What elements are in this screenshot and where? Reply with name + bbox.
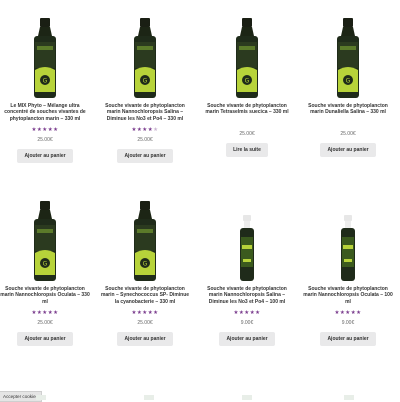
- product-bottle-icon: G: [134, 18, 156, 98]
- product-bottle-icon: G: [337, 18, 359, 98]
- product-image[interactable]: G: [302, 10, 394, 98]
- product-title[interactable]: Souche vivante de phytoplancton marin Na…: [0, 286, 91, 305]
- product-image[interactable]: G: [0, 10, 91, 98]
- rating-stars: ★★★★★: [334, 309, 362, 316]
- product-title[interactable]: Le MIX Phyto – Mélange ultra concentré d…: [0, 103, 91, 122]
- product-image[interactable]: G: [99, 10, 191, 98]
- product-card: Souche vivante de phytoplancton marin Na…: [201, 193, 293, 346]
- product-price: 9.00€: [240, 319, 254, 326]
- product-card: G Souche vivante de phytoplancton marin N…: [99, 10, 191, 163]
- rating-stars: ★★★★★: [31, 126, 59, 133]
- product-card: G Souche vivante de phytoplancton marin T…: [201, 10, 293, 157]
- product-price: 25.00€: [137, 136, 153, 143]
- product-card: G Souche vivante de phytoplancton marin N…: [0, 193, 91, 346]
- next-row-thumb-partial: [144, 395, 154, 400]
- product-image[interactable]: [201, 193, 293, 281]
- product-bottle-icon: G: [34, 201, 56, 281]
- next-row-thumb-partial: [36, 395, 46, 400]
- rating-stars: ★★★★★: [131, 126, 159, 133]
- next-row-thumb-partial: [242, 395, 252, 400]
- add-to-cart-button[interactable]: Ajouter au panier: [320, 331, 376, 346]
- product-bottle-small-icon: [240, 215, 254, 281]
- add-to-cart-button[interactable]: Ajouter au panier: [117, 148, 173, 163]
- product-price: 25.00€: [37, 136, 53, 143]
- add-to-cart-button[interactable]: Ajouter au panier: [17, 331, 73, 346]
- rating-stars: [201, 121, 293, 127]
- product-image[interactable]: G: [0, 193, 91, 281]
- add-to-cart-button[interactable]: Ajouter au panier: [117, 331, 173, 346]
- product-image[interactable]: [302, 193, 394, 281]
- product-price: 9.00€: [341, 319, 355, 326]
- product-title[interactable]: Souche vivante de phytoplancton marin Na…: [302, 286, 394, 305]
- svg-text:G: G: [346, 78, 351, 85]
- add-to-cart-button[interactable]: Ajouter au panier: [17, 148, 73, 163]
- next-row-thumb-partial: [344, 395, 354, 400]
- product-image[interactable]: G: [99, 193, 191, 281]
- product-title[interactable]: Souche vivante de phytoplancton marin Na…: [99, 103, 191, 122]
- read-more-button[interactable]: Lire la suite: [226, 142, 268, 157]
- product-title[interactable]: Souche vivante de phytoplancton marin Te…: [201, 103, 293, 116]
- product-title[interactable]: Souche vivante de phytoplancton marin Na…: [201, 286, 293, 305]
- add-to-cart-button[interactable]: Ajouter au panier: [219, 331, 275, 346]
- product-title[interactable]: Souche vivante de phytoplancton marin Du…: [302, 103, 394, 116]
- product-title[interactable]: Souche vivante de phytoplancton marin – …: [99, 286, 191, 305]
- rating-stars: ★★★★★: [131, 309, 159, 316]
- rating-stars: ★★★★★: [31, 309, 59, 316]
- product-bottle-icon: G: [34, 18, 56, 98]
- product-bottle-icon: G: [134, 201, 156, 281]
- product-image[interactable]: G: [201, 10, 293, 98]
- product-card: Souche vivante de phytoplancton marin Na…: [302, 193, 394, 346]
- product-price: 25.00€: [239, 130, 255, 137]
- rating-stars: [302, 121, 394, 127]
- product-price: 25.00€: [340, 130, 356, 137]
- add-to-cart-button[interactable]: Ajouter au panier: [320, 142, 376, 157]
- product-card: G Souche vivante de phytoplancton marin –…: [99, 193, 191, 346]
- product-price: 25.00€: [137, 319, 153, 326]
- product-card: G Souche vivante de phytoplancton marin D…: [302, 10, 394, 157]
- rating-stars: ★★★★★: [233, 309, 261, 316]
- product-card: G Le MIX Phyto – Mélange ultra concentré …: [0, 10, 91, 163]
- product-price: 25.00€: [37, 319, 53, 326]
- svg-text:G: G: [245, 78, 250, 85]
- svg-text:G: G: [43, 78, 48, 85]
- svg-text:G: G: [143, 78, 148, 85]
- product-bottle-small-icon: [341, 215, 355, 281]
- product-bottle-icon: G: [236, 18, 258, 98]
- svg-text:G: G: [43, 261, 48, 268]
- svg-text:G: G: [143, 261, 148, 268]
